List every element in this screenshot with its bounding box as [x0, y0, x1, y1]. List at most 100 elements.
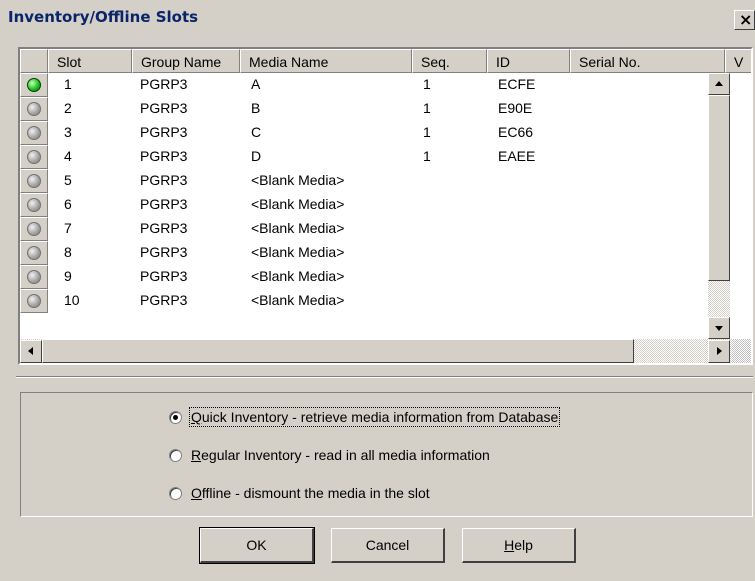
- table-row[interactable]: 10 PGRP3 <Blank Media>: [20, 289, 732, 313]
- arrow-left-icon: [28, 347, 33, 355]
- slot-cell: 5: [64, 172, 72, 188]
- media-name-cell: <Blank Media>: [251, 196, 345, 212]
- media-name-cell: <Blank Media>: [251, 220, 345, 236]
- status-led-off-icon: [27, 270, 41, 284]
- column-header-media-name[interactable]: Media Name: [240, 49, 412, 73]
- slot-cell: 4: [64, 148, 72, 164]
- group-name-cell: PGRP3: [140, 244, 188, 260]
- row-selector[interactable]: [20, 217, 48, 241]
- table-row[interactable]: 8 PGRP3 <Blank Media>: [20, 241, 732, 265]
- offline-radio[interactable]: [169, 486, 182, 500]
- media-name-cell: D: [251, 148, 262, 164]
- scrollbar-corner: [732, 339, 751, 363]
- table-row[interactable]: 5 PGRP3 <Blank Media>: [20, 169, 732, 193]
- slots-grid[interactable]: Slot Group Name Media Name Seq. ID Seria…: [18, 47, 753, 365]
- ok-button[interactable]: OK: [199, 527, 315, 564]
- status-led-off-icon: [27, 198, 41, 212]
- table-row[interactable]: 1 PGRP3 A 1 ECFE: [20, 73, 732, 97]
- quick-inventory-label[interactable]: Quick Inventory - retrieve media informa…: [188, 407, 561, 427]
- regular-inventory-option[interactable]: Regular Inventory - read in all media in…: [169, 445, 490, 465]
- group-name-cell: PGRP3: [140, 148, 188, 164]
- column-header-serial-no[interactable]: Serial No.: [570, 49, 725, 73]
- regular-inventory-radio[interactable]: [169, 448, 182, 462]
- column-header-id[interactable]: ID: [487, 49, 570, 73]
- row-selector[interactable]: [20, 169, 48, 193]
- column-header-group-name[interactable]: Group Name: [132, 49, 240, 73]
- status-led-off-icon: [27, 102, 41, 116]
- seq-cell: 1: [423, 76, 431, 92]
- vertical-scroll-thumb[interactable]: [708, 95, 730, 281]
- arrow-down-icon: [715, 326, 723, 331]
- group-name-cell: PGRP3: [140, 220, 188, 236]
- media-name-cell: <Blank Media>: [251, 292, 345, 308]
- slot-cell: 2: [64, 100, 72, 116]
- row-selector[interactable]: [20, 121, 48, 145]
- regular-inventory-label[interactable]: Regular Inventory - read in all media in…: [191, 447, 490, 463]
- status-led-off-icon: [27, 222, 41, 236]
- media-name-cell: A: [251, 76, 261, 92]
- table-row[interactable]: 2 PGRP3 B 1 E90E: [20, 97, 732, 121]
- close-icon: ×: [739, 10, 753, 29]
- arrow-up-icon: [715, 81, 723, 86]
- arrow-right-icon: [717, 347, 722, 355]
- group-name-cell: PGRP3: [140, 292, 188, 308]
- group-name-cell: PGRP3: [140, 76, 188, 92]
- slot-cell: 8: [64, 244, 72, 260]
- scroll-up-button[interactable]: [708, 73, 730, 95]
- quick-inventory-option[interactable]: Quick Inventory - retrieve media informa…: [169, 407, 561, 427]
- offline-option[interactable]: Offline - dismount the media in the slot: [169, 483, 430, 503]
- row-selector[interactable]: [20, 73, 48, 97]
- column-header-v[interactable]: V: [725, 49, 751, 73]
- media-name-cell: <Blank Media>: [251, 172, 345, 188]
- status-led-off-icon: [27, 150, 41, 164]
- row-selector[interactable]: [20, 289, 48, 313]
- group-name-cell: PGRP3: [140, 196, 188, 212]
- id-cell: EAEE: [498, 148, 536, 164]
- scroll-down-button[interactable]: [708, 317, 730, 339]
- title-bar: Inventory/Offline Slots ×: [0, 0, 755, 34]
- seq-cell: 1: [423, 100, 431, 116]
- separator: [16, 376, 753, 378]
- column-header-slot[interactable]: Slot: [48, 49, 132, 73]
- status-led-on-icon: [27, 78, 41, 92]
- media-name-cell: <Blank Media>: [251, 244, 345, 260]
- window-title: Inventory/Offline Slots: [8, 8, 199, 26]
- row-selector[interactable]: [20, 193, 48, 217]
- offline-label[interactable]: Offline - dismount the media in the slot: [191, 485, 430, 501]
- slot-cell: 6: [64, 196, 72, 212]
- scroll-right-button[interactable]: [708, 340, 730, 363]
- status-led-off-icon: [27, 126, 41, 140]
- column-header-seq[interactable]: Seq.: [412, 49, 487, 73]
- slot-cell: 3: [64, 124, 72, 140]
- vertical-scrollbar[interactable]: [708, 73, 730, 339]
- status-led-off-icon: [27, 294, 41, 308]
- slot-cell: 1: [64, 76, 72, 92]
- media-name-cell: B: [251, 100, 261, 116]
- table-row[interactable]: 9 PGRP3 <Blank Media>: [20, 265, 732, 289]
- radio-selected-dot: [173, 414, 178, 420]
- table-row[interactable]: 6 PGRP3 <Blank Media>: [20, 193, 732, 217]
- id-cell: ECFE: [498, 76, 536, 92]
- close-button[interactable]: ×: [734, 10, 755, 30]
- slot-cell: 9: [64, 268, 72, 284]
- status-led-off-icon: [27, 174, 41, 188]
- row-selector[interactable]: [20, 145, 48, 169]
- horizontal-scroll-thumb[interactable]: [42, 339, 634, 363]
- id-cell: EC66: [498, 124, 534, 140]
- slot-cell: 7: [64, 220, 72, 236]
- group-name-cell: PGRP3: [140, 124, 188, 140]
- horizontal-scrollbar[interactable]: [20, 339, 732, 363]
- cancel-button[interactable]: Cancel: [331, 528, 445, 563]
- row-selector[interactable]: [20, 97, 48, 121]
- group-name-cell: PGRP3: [140, 172, 188, 188]
- table-row[interactable]: 4 PGRP3 D 1 EAEE: [20, 145, 732, 169]
- slot-cell: 10: [64, 292, 80, 308]
- inventory-mode-group: Quick Inventory - retrieve media informa…: [20, 392, 753, 517]
- scroll-left-button[interactable]: [20, 340, 42, 363]
- help-button[interactable]: Help: [462, 528, 576, 563]
- row-selector[interactable]: [20, 265, 48, 289]
- table-row[interactable]: 7 PGRP3 <Blank Media>: [20, 217, 732, 241]
- row-selector[interactable]: [20, 241, 48, 265]
- table-row[interactable]: 3 PGRP3 C 1 EC66: [20, 121, 732, 145]
- quick-inventory-radio[interactable]: [169, 410, 182, 424]
